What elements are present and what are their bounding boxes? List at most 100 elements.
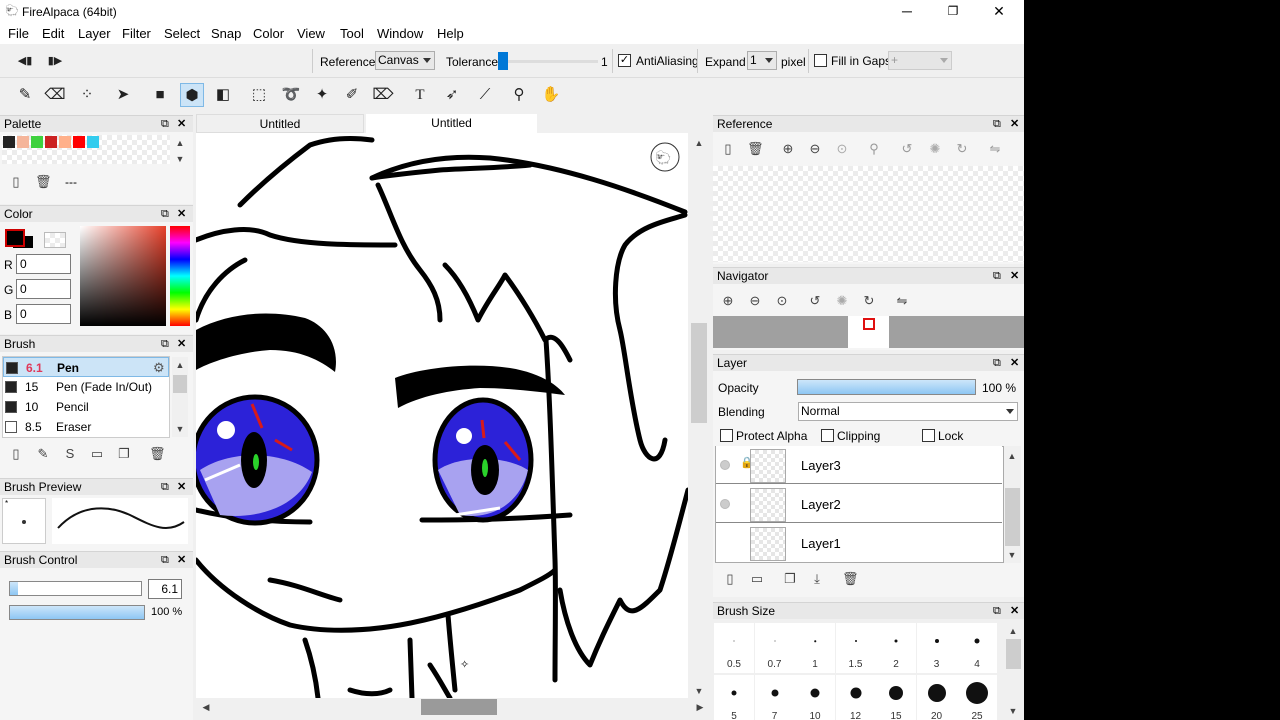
undock-icon[interactable]: ⧉ — [993, 355, 1001, 371]
menu-edit[interactable]: Edit — [42, 26, 64, 41]
palette-swatch[interactable] — [31, 136, 43, 148]
canvas-vertical-scrollbar[interactable]: ▲ ▼ — [690, 133, 708, 698]
layer-opacity-slider[interactable] — [797, 379, 976, 395]
menu-tool[interactable]: Tool — [340, 26, 364, 41]
scroll-up-icon[interactable]: ▲ — [172, 135, 188, 151]
pen-tool-icon[interactable]: ✎ — [13, 83, 37, 107]
delete-layer-icon[interactable]: 🗑 — [842, 571, 859, 587]
r-input[interactable]: 0 — [16, 254, 71, 274]
scrollbar-thumb[interactable] — [421, 699, 497, 715]
brush-size-option[interactable]: 20 — [916, 675, 957, 720]
scrollbar-thumb[interactable] — [1005, 488, 1020, 546]
gradient-tool-icon[interactable]: ◧ — [211, 83, 235, 107]
scroll-down-icon[interactable]: ▼ — [172, 151, 188, 167]
brush-item-eraser[interactable]: 8.5 Eraser — [3, 417, 169, 437]
new-layer-icon[interactable]: ▯ — [722, 571, 738, 587]
delete-brush-icon[interactable]: 🗑 — [149, 446, 166, 462]
tolerance-slider[interactable] — [498, 52, 598, 70]
new-brush-icon[interactable]: ▯ — [8, 446, 24, 462]
menu-select[interactable]: Select — [164, 26, 200, 41]
panel-close-icon[interactable]: ✕ — [1010, 355, 1019, 371]
transparent-color[interactable] — [44, 232, 66, 248]
zoom-fit-icon[interactable]: ⊙ — [774, 293, 790, 309]
next-frame-icon[interactable]: ▮▶ — [43, 49, 67, 73]
zoom-in-icon[interactable]: ⊕ — [780, 141, 796, 157]
menu-file[interactable]: File — [8, 26, 29, 41]
flip-icon[interactable]: ⇋ — [987, 141, 1003, 157]
new-folder-icon[interactable]: ▭ — [749, 571, 765, 587]
brush-size-option[interactable]: 7 — [754, 675, 795, 720]
duplicate-layer-icon[interactable]: ❐ — [782, 571, 798, 587]
palette-swatch[interactable] — [73, 136, 85, 148]
scrollbar-thumb[interactable] — [173, 375, 187, 393]
eraser-tool-icon[interactable]: ⌫ — [43, 83, 67, 107]
brush-item-pen[interactable]: 6.1 Pen ⚙ — [3, 357, 169, 377]
open-reference-icon[interactable]: ▯ — [720, 141, 736, 157]
brush-size-option[interactable]: 5 — [714, 675, 754, 720]
bucket-tool-icon[interactable]: ⬢ — [180, 83, 204, 107]
minimize-button[interactable]: ─ — [884, 0, 930, 23]
eyedropper-icon[interactable]: ⚲ — [866, 141, 882, 157]
clipping-checkbox[interactable] — [821, 429, 834, 442]
divide-tool-icon[interactable]: ⟋ — [473, 83, 497, 107]
undock-icon[interactable]: ⧉ — [993, 603, 1001, 619]
primary-color[interactable] — [5, 229, 25, 247]
panel-close-icon[interactable]: ✕ — [1010, 116, 1019, 132]
zoom-fit-icon[interactable]: ⊙ — [834, 141, 850, 157]
drawing-canvas[interactable]: 🐑 ✧ — [196, 133, 688, 698]
zoom-out-icon[interactable]: ⊖ — [747, 293, 763, 309]
layer-list-scrollbar[interactable]: ▲ ▼ — [1004, 446, 1021, 563]
brush-size-scrollbar[interactable]: ▲ ▼ — [1005, 621, 1022, 718]
duplicate-brush-icon[interactable]: ❐ — [116, 446, 132, 462]
scroll-right-icon[interactable]: ▶ — [692, 699, 708, 715]
maximize-button[interactable]: ❐ — [930, 0, 976, 23]
navigator-view[interactable] — [713, 316, 1024, 348]
brush-item-pencil[interactable]: 10 Pencil — [3, 397, 169, 417]
layer-row-layer1[interactable]: Layer1 — [716, 524, 1002, 562]
rotate-reset-icon[interactable]: ✺ — [834, 293, 850, 309]
antialiasing-checkbox[interactable]: ✓ — [618, 54, 631, 67]
panel-close-icon[interactable]: ✕ — [177, 336, 186, 352]
palette-swatch[interactable] — [45, 136, 57, 148]
menu-view[interactable]: View — [297, 26, 325, 41]
scroll-down-icon[interactable]: ▼ — [172, 421, 188, 437]
flip-icon[interactable]: ⇋ — [894, 293, 910, 309]
undock-icon[interactable]: ⧉ — [161, 336, 169, 352]
brush-size-option[interactable]: 4 — [957, 623, 997, 673]
operation-tool-icon[interactable]: ➶ — [440, 83, 464, 107]
undock-icon[interactable]: ⧉ — [161, 479, 169, 495]
edit-brush-icon[interactable]: ✎ — [35, 446, 51, 462]
hand-tool-icon[interactable]: ✋ — [539, 83, 563, 107]
menu-help[interactable]: Help — [437, 26, 464, 41]
reference-select[interactable]: Canvas — [375, 51, 435, 70]
scrollbar-thumb[interactable] — [691, 323, 707, 423]
brush-size-option[interactable]: 2 — [876, 623, 916, 673]
canvas-horizontal-scrollbar[interactable]: ◀ ▶ — [196, 698, 710, 716]
fill-gaps-checkbox[interactable] — [814, 54, 827, 67]
panel-close-icon[interactable]: ✕ — [1010, 603, 1019, 619]
blending-select[interactable]: Normal — [798, 402, 1018, 421]
fill-gaps-select[interactable]: + — [888, 51, 952, 70]
menu-filter[interactable]: Filter — [122, 26, 151, 41]
scroll-up-icon[interactable]: ▲ — [691, 135, 707, 151]
panel-close-icon[interactable]: ✕ — [177, 479, 186, 495]
brush-size-option[interactable]: 25 — [957, 675, 997, 720]
brush-size-option[interactable]: 0.5 — [714, 623, 754, 673]
brush-size-option[interactable]: 1.5 — [835, 623, 876, 673]
select-rect-tool-icon[interactable]: ⬚ — [247, 83, 271, 107]
tab-untitled-1[interactable]: Untitled — [196, 114, 364, 133]
palette-swatch[interactable] — [87, 136, 99, 148]
navigator-viewport[interactable] — [863, 318, 875, 330]
magic-wand-tool-icon[interactable]: ✦ — [310, 83, 334, 107]
layer-row-layer2[interactable]: Layer2 — [716, 485, 1002, 523]
brush-size-option[interactable]: 1 — [795, 623, 835, 673]
b-input[interactable]: 0 — [16, 304, 71, 324]
panel-close-icon[interactable]: ✕ — [177, 206, 186, 222]
brush-size-option[interactable]: 15 — [876, 675, 916, 720]
brush-size-input[interactable]: 6.1 — [148, 579, 182, 599]
scroll-down-icon[interactable]: ▼ — [1004, 547, 1020, 563]
palette-swatch[interactable] — [3, 136, 15, 148]
brush-size-option[interactable]: 0.7 — [754, 623, 795, 673]
undock-icon[interactable]: ⧉ — [161, 116, 169, 132]
panel-close-icon[interactable]: ✕ — [177, 116, 186, 132]
